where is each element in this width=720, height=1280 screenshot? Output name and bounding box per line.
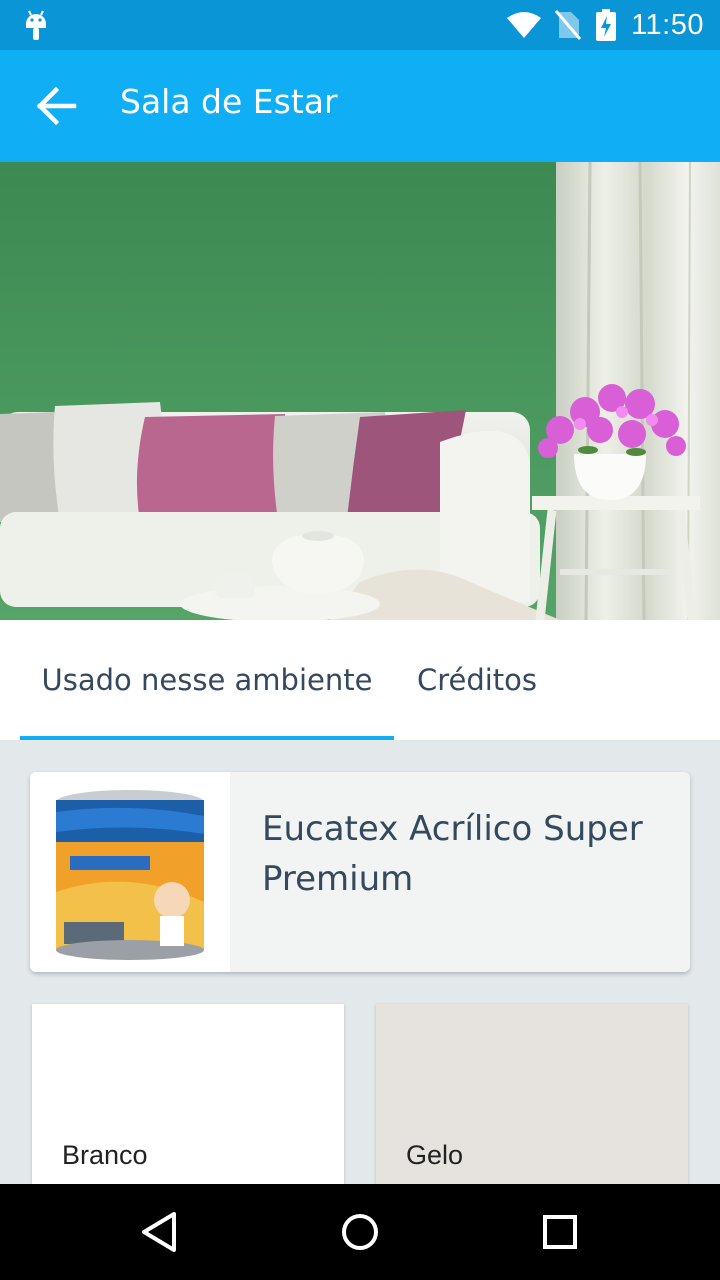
color-name: Gelo xyxy=(406,1140,464,1170)
page-title: Sala de Estar xyxy=(120,82,338,121)
battery-charging-icon xyxy=(596,9,617,41)
android-icon xyxy=(26,10,46,40)
status-time: 11:50 xyxy=(631,8,704,41)
color-card-branco[interactable]: Branco xyxy=(32,1004,344,1204)
home-circle-icon[interactable] xyxy=(336,1208,384,1256)
color-name: Branco xyxy=(62,1140,148,1170)
product-thumbnail xyxy=(30,772,230,972)
tab-bar: Usado nesse ambiente Créditos xyxy=(0,620,720,740)
arrow-back-icon[interactable] xyxy=(34,86,78,126)
paint-can-icon xyxy=(56,790,204,960)
navigation-bar xyxy=(0,1184,720,1280)
product-card[interactable]: Eucatex Acrílico Super Premium xyxy=(30,772,690,972)
wifi-icon xyxy=(507,12,542,38)
tab-indicator xyxy=(20,736,394,740)
app-bar: Sala de Estar xyxy=(0,50,720,162)
no-sim-icon xyxy=(555,10,582,40)
status-bar: 11:50 xyxy=(0,0,720,50)
tab-usado-nesse-ambiente[interactable]: Usado nesse ambiente xyxy=(20,620,394,740)
room-image xyxy=(0,162,720,620)
color-card-gelo[interactable]: Gelo xyxy=(376,1004,688,1204)
tab-creditos[interactable]: Créditos xyxy=(394,620,560,740)
product-name: Eucatex Acrílico Super Premium xyxy=(262,809,643,899)
back-triangle-icon[interactable] xyxy=(136,1208,184,1256)
recents-square-icon[interactable] xyxy=(536,1208,584,1256)
